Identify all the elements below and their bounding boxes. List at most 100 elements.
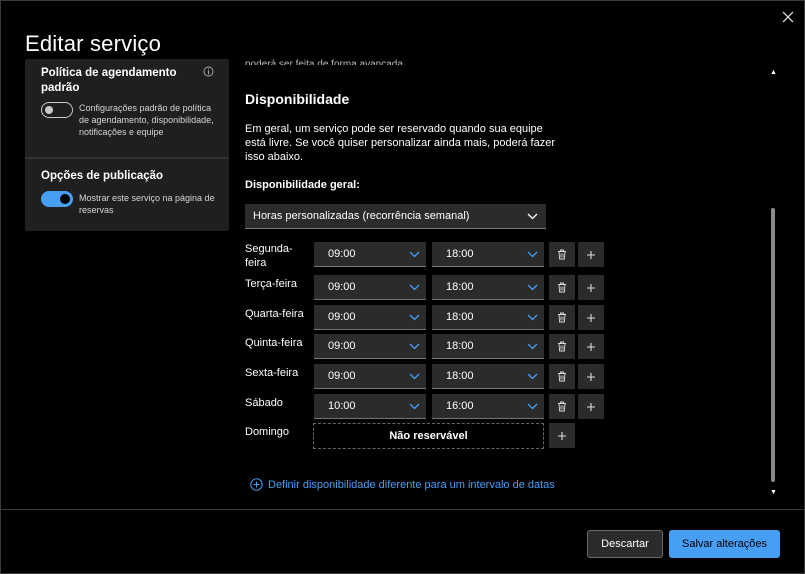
day-label-friday: Sexta-feira [245, 367, 299, 379]
chevron-down-icon [527, 213, 538, 220]
day-label-thursday: Quinta-feira [245, 337, 303, 349]
trash-icon [558, 282, 566, 293]
start-time-value: 09:00 [328, 311, 356, 323]
day-label-sunday: Domingo [245, 426, 290, 438]
delete-button[interactable] [549, 364, 575, 389]
publish-description: Mostrar este serviço na página de reserv… [79, 193, 215, 215]
delete-button[interactable] [549, 242, 575, 267]
end-time-select[interactable]: 18:00 [432, 305, 544, 330]
policy-toggle[interactable] [41, 102, 73, 118]
add-circle-icon [250, 478, 263, 491]
trash-icon [558, 341, 566, 352]
day-label-monday: Segunda-feira [245, 243, 293, 269]
end-time-value: 18:00 [446, 311, 474, 323]
start-time-select[interactable]: 10:00 [314, 394, 426, 419]
start-time-select[interactable]: 09:00 [314, 364, 426, 389]
end-time-select[interactable]: 18:00 [432, 242, 544, 267]
chevron-down-icon [409, 403, 420, 410]
start-time-value: 09:00 [328, 340, 356, 352]
day-label-wednesday: Quarta-feira [245, 308, 304, 320]
chevron-down-icon [409, 314, 420, 321]
delete-button[interactable] [549, 275, 575, 300]
delete-button[interactable] [549, 334, 575, 359]
end-time-value: 18:00 [446, 281, 474, 293]
scroll-down-arrow-icon[interactable]: ▼ [770, 489, 777, 496]
date-range-availability-link[interactable]: Definir disponibilidade diferente para u… [250, 478, 555, 491]
chevron-down-icon [527, 314, 538, 321]
add-slot-button[interactable] [549, 423, 575, 448]
delete-button[interactable] [549, 394, 575, 419]
chevron-down-icon [409, 373, 420, 380]
settings-panel: Política de agendamento padrão Configura… [25, 59, 229, 231]
trash-icon [558, 371, 566, 382]
save-changes-button[interactable]: Salvar alterações [669, 530, 780, 558]
delete-button[interactable] [549, 305, 575, 330]
toggle-knob [45, 106, 53, 114]
section-description: Em geral, um serviço pode ser reservado … [245, 123, 555, 163]
policy-description: Configurações padrão de política de agen… [79, 103, 214, 137]
info-icon[interactable] [203, 66, 214, 77]
edit-service-dialog: Editar serviço Política de agendamento p… [0, 0, 805, 574]
chevron-down-icon [527, 251, 538, 258]
plus-icon [587, 313, 595, 322]
general-availability-label: Disponibilidade geral: [245, 179, 360, 191]
select-value: Horas personalizadas (recorrência semana… [253, 210, 470, 222]
add-slot-button[interactable] [578, 364, 604, 389]
end-time-value: 16:00 [446, 400, 474, 412]
add-slot-button[interactable] [578, 305, 604, 330]
close-icon[interactable] [780, 9, 796, 25]
policy-section: Política de agendamento padrão Configura… [25, 59, 229, 157]
trash-icon [558, 249, 566, 260]
plus-icon [587, 342, 595, 351]
chevron-down-icon [527, 373, 538, 380]
add-slot-button[interactable] [578, 275, 604, 300]
start-time-value: 09:00 [328, 281, 356, 293]
chevron-down-icon [409, 251, 420, 258]
end-time-value: 18:00 [446, 340, 474, 352]
chevron-down-icon [409, 343, 420, 350]
start-time-value: 10:00 [328, 400, 356, 412]
trash-icon [558, 401, 566, 412]
end-time-value: 18:00 [446, 248, 474, 260]
add-slot-button[interactable] [578, 242, 604, 267]
discard-button[interactable]: Descartar [587, 530, 663, 558]
plus-icon [558, 431, 566, 440]
publish-toggle[interactable] [41, 191, 73, 207]
dialog-title: Editar serviço [25, 31, 162, 56]
clipped-text: poderá ser feita de forma avançada [245, 59, 403, 65]
end-time-select[interactable]: 18:00 [432, 364, 544, 389]
day-label-saturday: Sábado [245, 397, 283, 409]
not-bookable-slot: Não reservável [313, 423, 544, 449]
end-time-select[interactable]: 16:00 [432, 394, 544, 419]
end-time-select[interactable]: 18:00 [432, 334, 544, 359]
publish-heading: Opções de publicação [41, 170, 164, 182]
chevron-down-icon [409, 284, 420, 291]
day-label-tuesday: Terça-feira [245, 278, 297, 290]
chevron-down-icon [527, 284, 538, 291]
plus-icon [587, 250, 595, 259]
scrollbar-thumb[interactable] [771, 208, 775, 482]
end-time-value: 18:00 [446, 370, 474, 382]
add-slot-button[interactable] [578, 334, 604, 359]
plus-icon [587, 372, 595, 381]
start-time-value: 09:00 [328, 248, 356, 260]
start-time-select[interactable]: 09:00 [314, 242, 426, 267]
general-availability-select[interactable]: Horas personalizadas (recorrência semana… [245, 204, 546, 229]
end-time-select[interactable]: 18:00 [432, 275, 544, 300]
start-time-select[interactable]: 09:00 [314, 275, 426, 300]
chevron-down-icon [527, 403, 538, 410]
footer-divider [1, 509, 805, 510]
add-slot-button[interactable] [578, 394, 604, 419]
trash-icon [558, 312, 566, 323]
scroll-up-arrow-icon[interactable]: ▲ [770, 69, 777, 76]
start-time-value: 09:00 [328, 370, 356, 382]
section-title: Disponibilidade [245, 91, 350, 107]
toggle-knob [60, 194, 70, 204]
chevron-down-icon [527, 343, 538, 350]
start-time-select[interactable]: 09:00 [314, 305, 426, 330]
start-time-select[interactable]: 09:00 [314, 334, 426, 359]
plus-icon [587, 402, 595, 411]
divider [25, 157, 229, 159]
link-label: Definir disponibilidade diferente para u… [268, 478, 555, 491]
policy-heading: Política de agendamento padrão [41, 67, 177, 94]
